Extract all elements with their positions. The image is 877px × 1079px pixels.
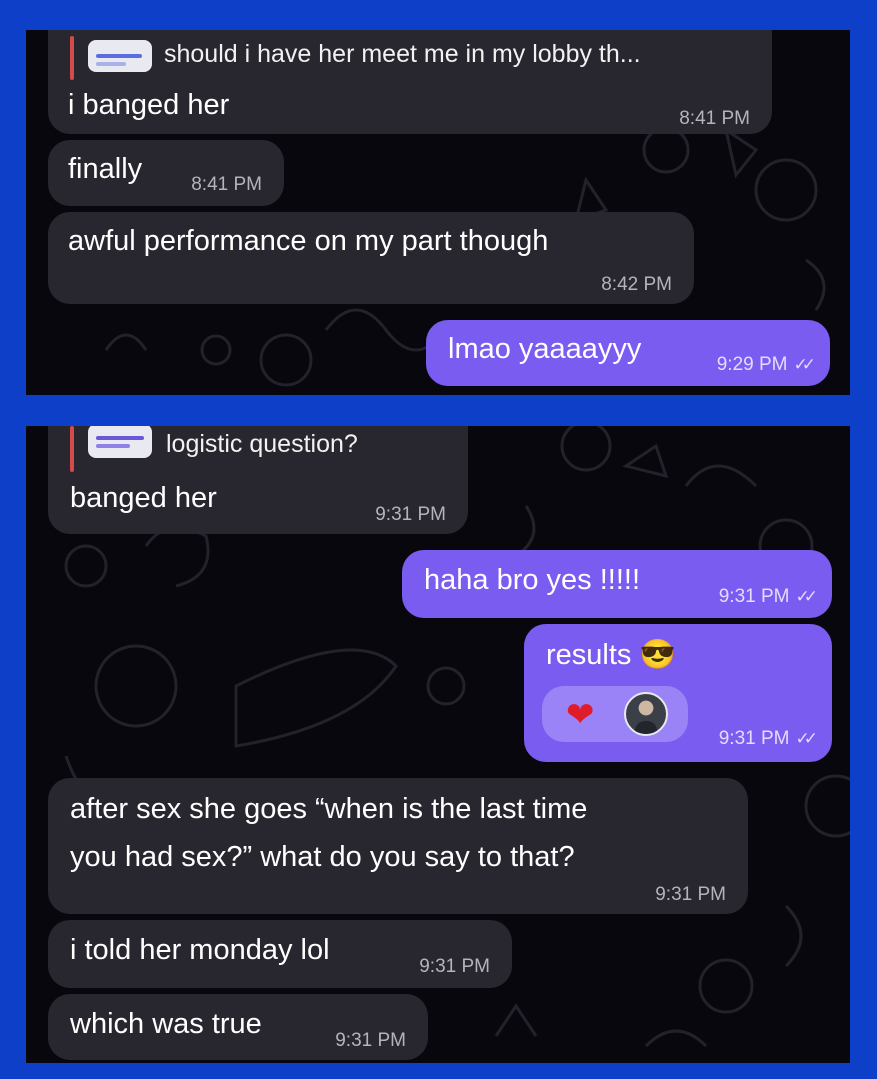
- reply-thumbnail: [88, 426, 152, 458]
- message-bubble-outgoing[interactable]: haha bro yes !!!!! 9:31 PM ✓✓: [402, 550, 832, 618]
- message-time: 9:31 PM: [419, 956, 490, 977]
- message-time: 8:41 PM: [191, 174, 262, 195]
- message-bubble-outgoing[interactable]: results 😎 ❤ 9:31 PM ✓✓: [524, 624, 832, 762]
- message-text: i told her monday lol: [70, 934, 330, 966]
- message-bubble-incoming[interactable]: awful performance on my part though 8:42…: [48, 212, 694, 304]
- message-bubble-incoming[interactable]: i told her monday lol 9:31 PM: [48, 920, 512, 988]
- message-time: 9:31 PM: [335, 1030, 406, 1051]
- message-time: 8:42 PM: [601, 274, 672, 295]
- message-text: awful performance on my part though: [68, 225, 549, 257]
- chat-panel-bottom: logistic question? banged her 9:31 PM ha…: [26, 426, 850, 1063]
- message-text: banged her: [70, 482, 217, 514]
- double-check-icon: ✓✓: [795, 729, 818, 748]
- message-time: 9:31 PM: [375, 504, 446, 525]
- message-bubble-incoming[interactable]: after sex she goes “when is the last tim…: [48, 778, 748, 914]
- message-text: lmao yaaaayyy: [448, 333, 642, 365]
- chat-panel-top: should i have her meet me in my lobby th…: [26, 30, 850, 395]
- reaction-pill[interactable]: ❤: [542, 686, 688, 742]
- message-time: 9:31 PM: [655, 884, 726, 905]
- message-text: finally: [68, 153, 143, 185]
- message-time: 8:41 PM: [679, 108, 750, 129]
- heart-icon: ❤: [566, 695, 595, 735]
- message-text: results 😎: [546, 639, 676, 671]
- message-time: 9:29 PM ✓✓: [716, 354, 816, 375]
- message-text: i banged her: [68, 89, 230, 121]
- message-bubble-incoming[interactable]: logistic question? banged her 9:31 PM: [48, 426, 468, 534]
- reply-preview-text: should i have her meet me in my lobby th…: [164, 40, 641, 68]
- message-bubble-outgoing[interactable]: lmao yaaaayyy 9:29 PM ✓✓: [426, 320, 830, 386]
- avatar: [624, 692, 668, 736]
- message-bubble-incoming[interactable]: finally 8:41 PM: [48, 140, 284, 206]
- message-text: after sex she goes “when is the last tim…: [70, 793, 588, 825]
- message-bubble-incoming[interactable]: which was true 9:31 PM: [48, 994, 428, 1060]
- message-text: you had sex?” what do you say to that?: [70, 841, 575, 873]
- message-time: 9:31 PM ✓✓: [718, 728, 818, 749]
- message-text: haha bro yes !!!!!: [424, 564, 641, 596]
- reply-thumbnail: [88, 40, 152, 72]
- reply-preview-text: logistic question?: [166, 430, 358, 458]
- message-bubble-incoming[interactable]: should i have her meet me in my lobby th…: [48, 30, 772, 134]
- message-text: which was true: [70, 1008, 262, 1040]
- reply-accent-bar: [70, 426, 74, 472]
- double-check-icon: ✓✓: [795, 587, 818, 606]
- reply-accent-bar: [70, 36, 74, 80]
- message-time: 9:31 PM ✓✓: [718, 586, 818, 607]
- double-check-icon: ✓✓: [793, 355, 816, 374]
